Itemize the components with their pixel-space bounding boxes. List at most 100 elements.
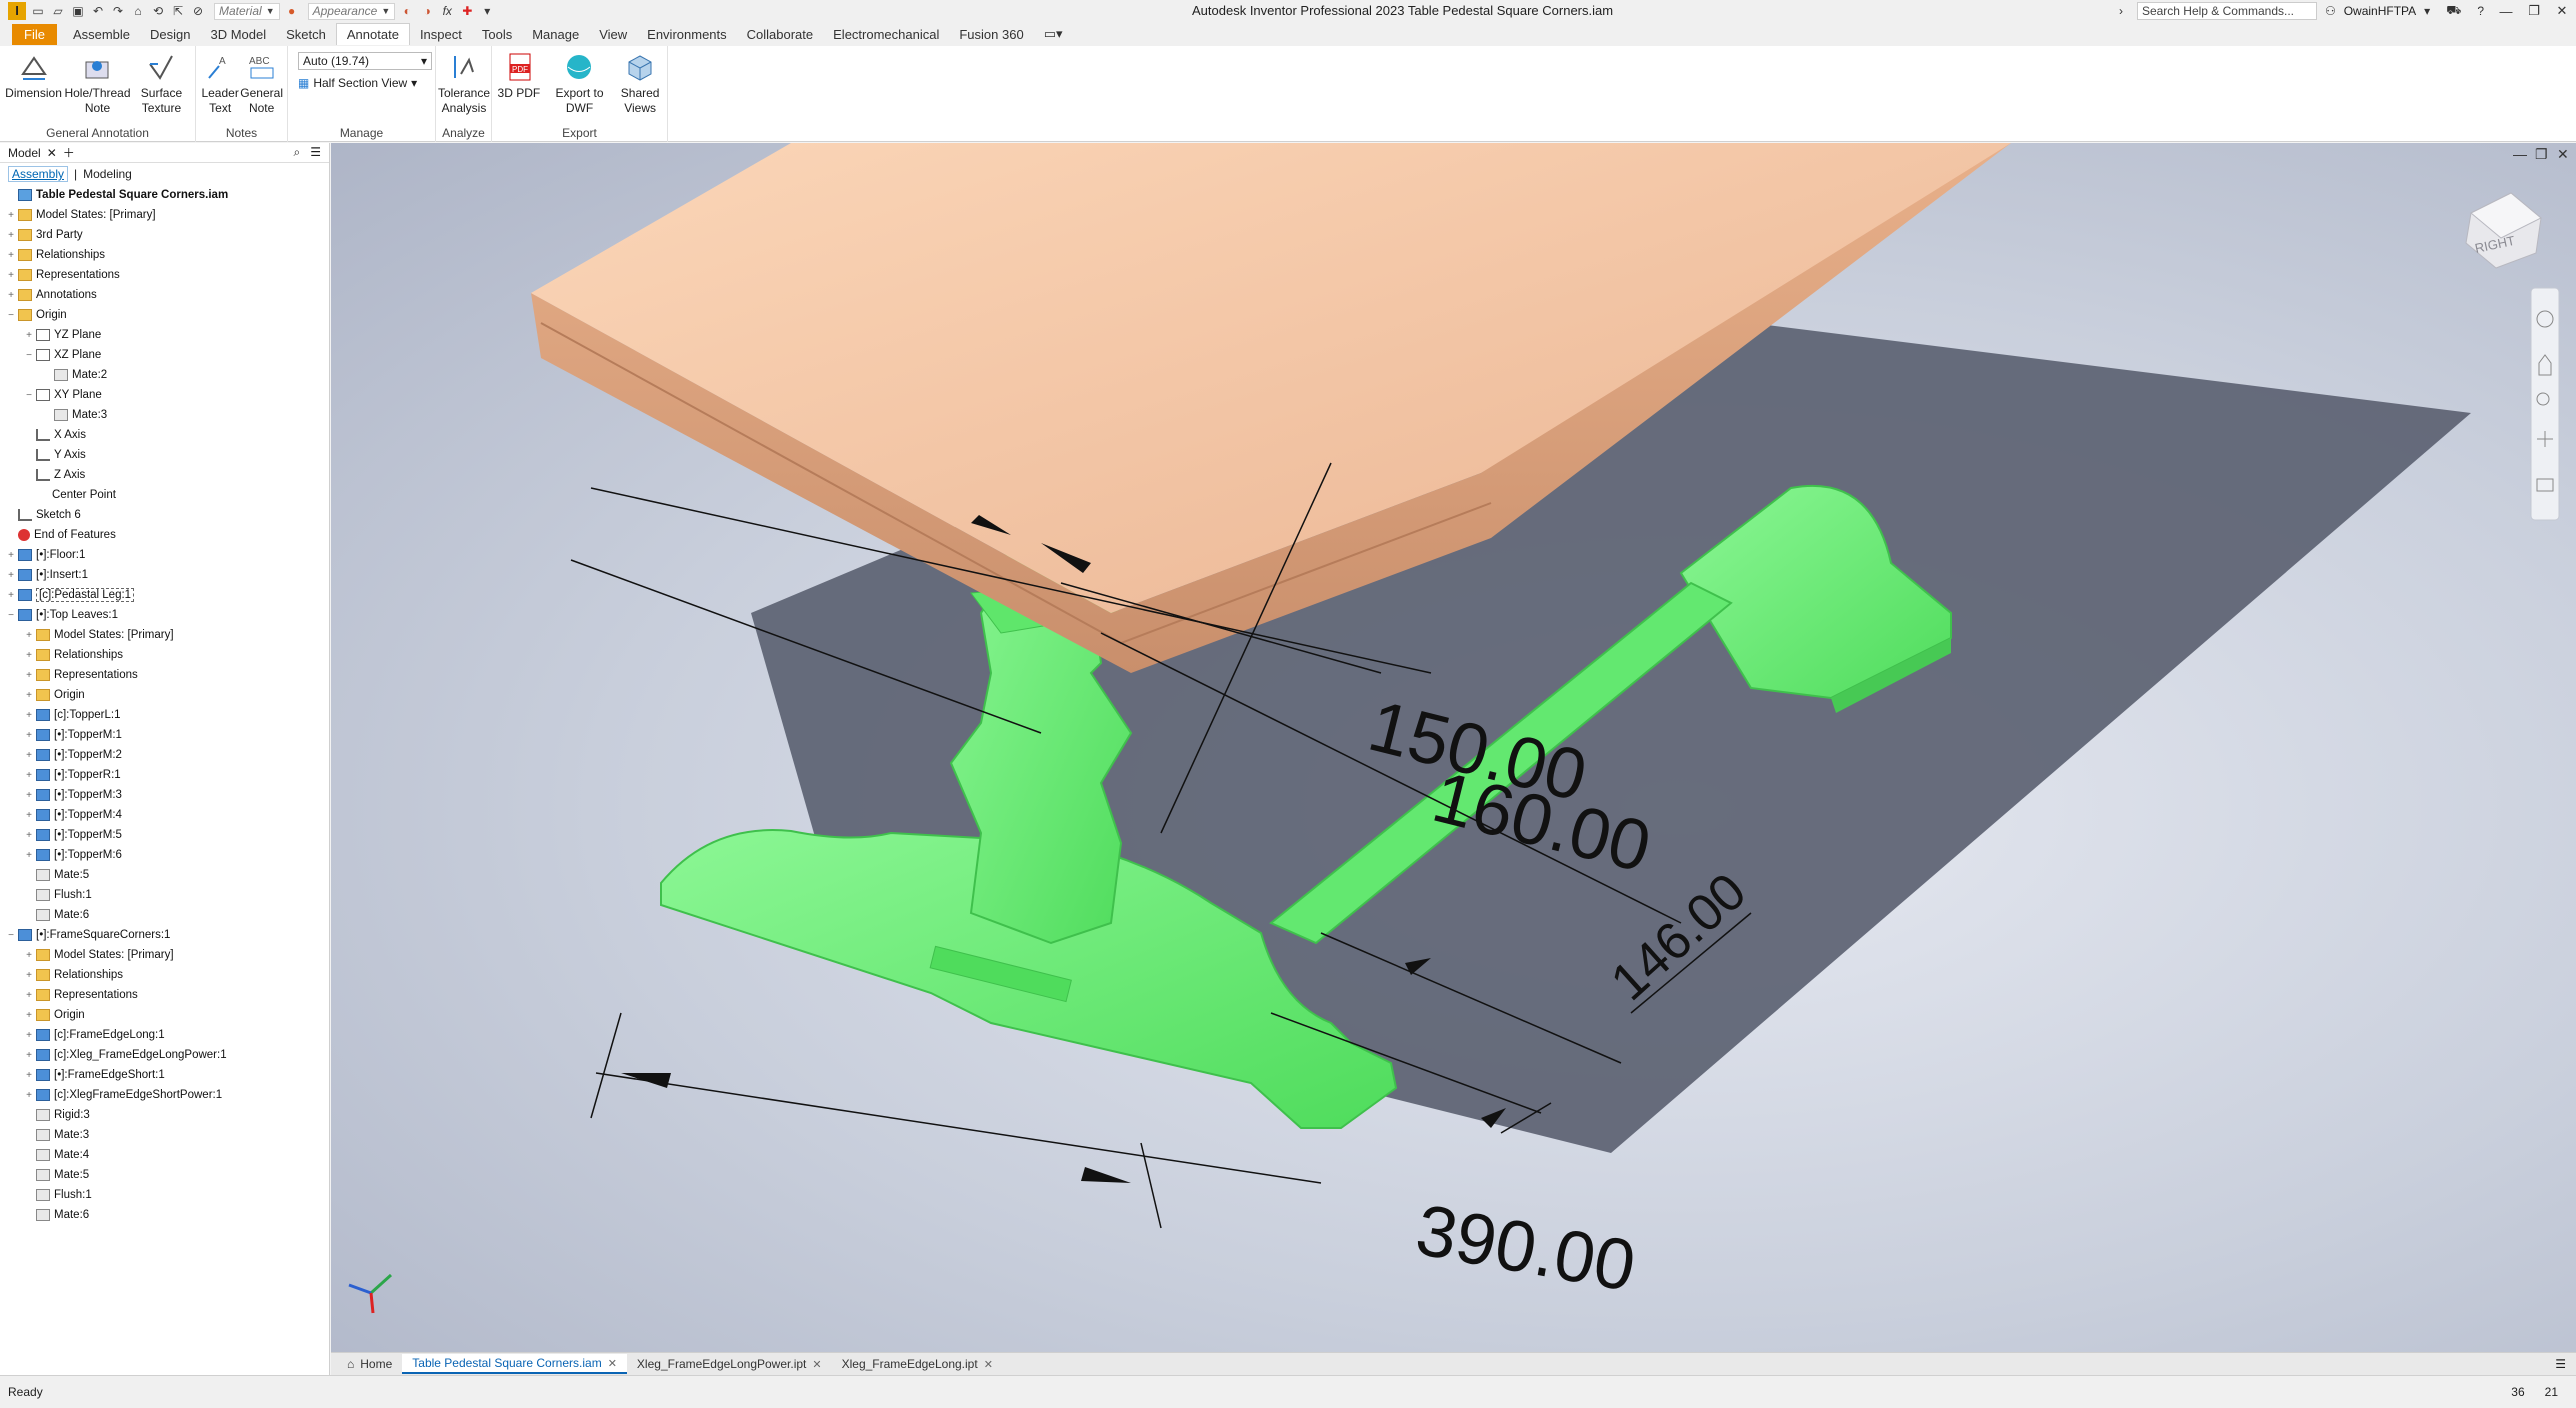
update-icon[interactable]: ⟲ — [150, 3, 166, 19]
expand-icon[interactable]: + — [24, 970, 34, 981]
tab-design[interactable]: Design — [140, 24, 200, 45]
tree-node[interactable]: + [•]:TopperM:2 — [6, 745, 329, 765]
minimize-icon[interactable]: — — [2492, 4, 2520, 19]
expand-icon[interactable]: + — [24, 710, 34, 721]
modeling-mode-tab[interactable]: Modeling — [83, 167, 132, 181]
expand-icon[interactable]: + — [24, 830, 34, 841]
tree-node[interactable]: + [•]:TopperM:1 — [6, 725, 329, 745]
expand-icon[interactable]: + — [6, 290, 16, 301]
adjust-appearance-icon[interactable]: ◑ — [419, 3, 435, 19]
close-icon[interactable]: ✕ — [2557, 146, 2569, 162]
parameters-icon[interactable]: fx — [439, 3, 455, 19]
expand-icon[interactable]: + — [24, 810, 34, 821]
material-combo[interactable]: Material ▼ — [214, 2, 280, 20]
tree-node[interactable]: Mate:5 — [6, 1165, 329, 1185]
document-tab[interactable]: Table Pedestal Square Corners.iam ✕ — [402, 1354, 627, 1374]
close-icon[interactable]: ✕ — [984, 1358, 993, 1371]
expand-icon[interactable]: + — [24, 950, 34, 961]
tree-node[interactable]: + [c]:TopperL:1 — [6, 705, 329, 725]
tree-node[interactable]: End of Features — [6, 525, 329, 545]
tree-node[interactable]: + Origin — [6, 685, 329, 705]
tree-node[interactable]: + [•]:TopperM:4 — [6, 805, 329, 825]
tree-node[interactable]: + [•]:Insert:1 — [6, 565, 329, 585]
tree-node[interactable]: + [•]:TopperM:6 — [6, 845, 329, 865]
tree-node[interactable]: Z Axis — [6, 465, 329, 485]
expand-icon[interactable]: + — [6, 270, 16, 281]
home-icon[interactable]: ⌂ — [130, 3, 146, 19]
tree-node[interactable]: Table Pedestal Square Corners.iam — [6, 185, 329, 205]
tree-node[interactable]: Flush:1 — [6, 1185, 329, 1205]
close-icon[interactable]: ✕ — [608, 1357, 617, 1370]
expand-icon[interactable]: + — [6, 550, 16, 561]
tree-node[interactable]: Mate:2 — [6, 365, 329, 385]
open-file-icon[interactable]: ▱ — [50, 3, 66, 19]
tree-node[interactable]: Sketch 6 — [6, 505, 329, 525]
tree-node[interactable]: + Representations — [6, 265, 329, 285]
tab-electromechanical[interactable]: Electromechanical — [823, 24, 949, 45]
tree-node[interactable]: − [•]:Top Leaves:1 — [6, 605, 329, 625]
tree-node[interactable]: Y Axis — [6, 445, 329, 465]
tree-node[interactable]: Mate:4 — [6, 1145, 329, 1165]
tree-node[interactable]: + [c]:Pedastal Leg:1 — [6, 585, 329, 605]
expand-icon[interactable]: + — [6, 210, 16, 221]
expand-icon[interactable]: + — [24, 670, 34, 681]
tab-file[interactable]: File — [12, 23, 57, 45]
tab-3d-model[interactable]: 3D Model — [201, 24, 277, 45]
expand-icon[interactable]: + — [24, 630, 34, 641]
expand-icon[interactable]: + — [24, 330, 34, 341]
expand-icon[interactable]: + — [24, 650, 34, 661]
view-cube[interactable]: RIGHT — [2465, 192, 2542, 269]
expand-icon[interactable]: + — [24, 1090, 34, 1101]
tree-node[interactable]: X Axis — [6, 425, 329, 445]
close-icon[interactable]: ✕ — [2548, 3, 2576, 19]
document-menu-icon[interactable]: ☰ — [2555, 1357, 2576, 1371]
tree-node[interactable]: + Annotations — [6, 285, 329, 305]
tree-node[interactable]: Center Point — [6, 485, 329, 505]
tree-node[interactable]: + [c]:XlegFrameEdgeShortPower:1 — [6, 1085, 329, 1105]
tree-node[interactable]: + Origin — [6, 1005, 329, 1025]
cart-icon[interactable]: ⛟ — [2438, 3, 2469, 19]
tree-node[interactable]: Mate:3 — [6, 405, 329, 425]
chevron-down-icon[interactable]: ▾ — [2416, 4, 2438, 18]
tree-node[interactable]: + [•]:TopperM:5 — [6, 825, 329, 845]
expand-icon[interactable]: + — [24, 990, 34, 1001]
search-icon[interactable]: ⌕ — [294, 145, 301, 160]
ribbon-options-icon[interactable]: ▭▾ — [1034, 23, 1073, 45]
expand-icon[interactable]: + — [24, 1070, 34, 1081]
tab-manage[interactable]: Manage — [522, 24, 589, 45]
appearance-icon[interactable]: ● — [284, 3, 300, 19]
select-icon[interactable]: ⇱ — [170, 3, 186, 19]
tab-collaborate[interactable]: Collaborate — [737, 24, 824, 45]
expand-icon[interactable]: + — [6, 570, 16, 581]
tree-node[interactable]: + [c]:FrameEdgeLong:1 — [6, 1025, 329, 1045]
tree-node[interactable]: + Model States: [Primary] — [6, 205, 329, 225]
tree-node[interactable]: + Representations — [6, 665, 329, 685]
document-tab[interactable]: Xleg_FrameEdgeLongPower.ipt ✕ — [627, 1355, 832, 1373]
graphics-viewport[interactable]: 150.00 160.00 146.00 390.00 RIGHT — ❐ ✕ — [331, 143, 2576, 1352]
expand-icon[interactable]: + — [24, 750, 34, 761]
close-icon[interactable]: ✕ — [47, 146, 57, 160]
tab-sketch[interactable]: Sketch — [276, 24, 336, 45]
tab-annotate[interactable]: Annotate — [335, 23, 410, 45]
section-view-button[interactable]: ▦ Half Section View ▾ — [298, 76, 432, 90]
clear-appearance-icon[interactable]: ◐ — [399, 3, 415, 19]
collapse-icon[interactable]: − — [6, 310, 16, 321]
expand-icon[interactable]: + — [24, 690, 34, 701]
tab-inspect[interactable]: Inspect — [410, 24, 472, 45]
collapse-icon[interactable]: − — [24, 350, 34, 361]
tree-node[interactable]: + Relationships — [6, 245, 329, 265]
tree-node[interactable]: + Relationships — [6, 965, 329, 985]
tree-node[interactable]: − XZ Plane — [6, 345, 329, 365]
minimize-icon[interactable]: — — [2513, 146, 2527, 162]
dimension-390[interactable]: 390.00 — [1410, 1190, 1641, 1307]
tree-node[interactable]: + [•]:Floor:1 — [6, 545, 329, 565]
collapse-icon[interactable]: − — [6, 930, 16, 941]
inventor-logo-icon[interactable]: I — [8, 2, 26, 20]
assembly-mode-tab[interactable]: Assembly — [8, 166, 69, 182]
tree-node[interactable]: + [•]:TopperR:1 — [6, 765, 329, 785]
expand-icon[interactable]: + — [24, 1010, 34, 1021]
collapse-icon[interactable]: − — [6, 610, 16, 621]
restore-icon[interactable]: ❐ — [2520, 3, 2548, 19]
tree-node[interactable]: + Model States: [Primary] — [6, 625, 329, 645]
document-tab[interactable]: Xleg_FrameEdgeLong.ipt ✕ — [832, 1355, 1003, 1373]
